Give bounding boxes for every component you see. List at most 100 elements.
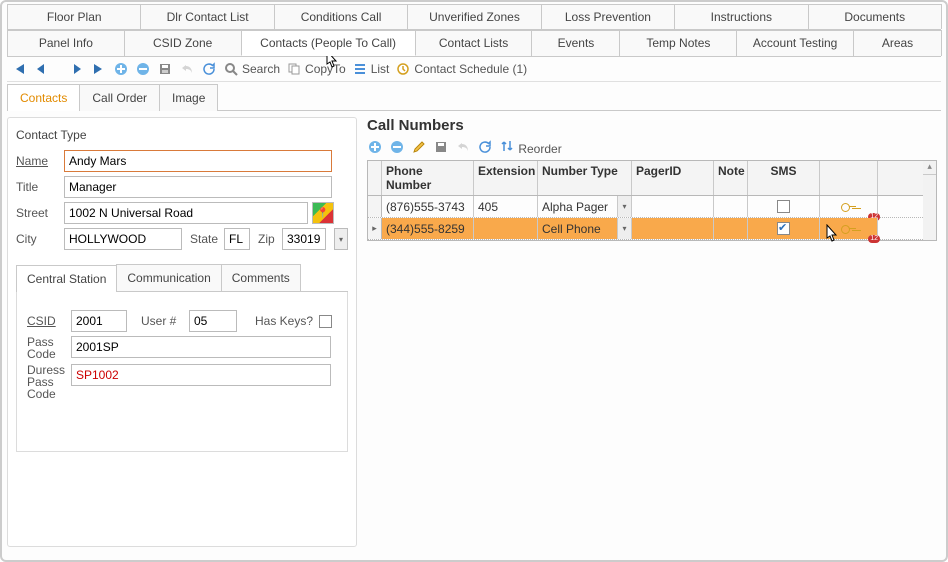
tab-conditions-call[interactable]: Conditions Call <box>274 4 408 29</box>
city-input[interactable] <box>64 228 182 250</box>
tab-dlr-contact-list[interactable]: Dlr Contact List <box>140 4 274 29</box>
nav-next-icon[interactable] <box>69 61 85 77</box>
search-button[interactable]: Search <box>223 61 280 77</box>
sms-checkbox[interactable] <box>777 200 790 213</box>
street-input[interactable] <box>64 202 308 224</box>
zip-dropdown-icon[interactable]: ▾ <box>334 228 348 250</box>
chevron-down-icon[interactable]: ▾ <box>617 196 631 217</box>
duress-input[interactable] <box>71 364 331 386</box>
col-sms[interactable]: SMS <box>748 161 820 195</box>
passcode-input[interactable] <box>71 336 331 358</box>
tab-instructions[interactable]: Instructions <box>674 4 808 29</box>
tab-events[interactable]: Events <box>531 30 620 56</box>
scroll-up-icon[interactable]: ▴ <box>923 161 936 175</box>
cn-remove-icon[interactable] <box>389 139 405 155</box>
reorder-icon <box>499 138 515 154</box>
subtab-image[interactable]: Image <box>159 84 218 111</box>
innertab-comments[interactable]: Comments <box>221 264 301 291</box>
tab-unverified-zones[interactable]: Unverified Zones <box>407 4 541 29</box>
copyto-button[interactable]: CopyTo <box>286 61 346 77</box>
cell-phone[interactable]: (876)555-3743 <box>382 196 474 217</box>
inner-tabs: Central Station Communication Comments <box>16 264 348 292</box>
cell-phone[interactable]: (344)555-8259 <box>382 218 474 239</box>
cell-note[interactable] <box>714 218 748 239</box>
reorder-label: Reorder <box>518 142 561 156</box>
sms-checkbox[interactable] <box>777 222 790 235</box>
name-input[interactable] <box>64 150 332 172</box>
title-input[interactable] <box>64 176 332 198</box>
cn-refresh-icon[interactable] <box>477 139 493 155</box>
chevron-down-icon[interactable]: ▾ <box>617 218 631 239</box>
copy-icon <box>286 61 302 77</box>
cn-undo-icon[interactable] <box>455 139 471 155</box>
cell-sms[interactable] <box>748 218 820 239</box>
tab-floor-plan[interactable]: Floor Plan <box>7 4 141 29</box>
tab-csid-zone[interactable]: CSID Zone <box>124 30 242 56</box>
grid-scrollbar[interactable]: ▴ <box>923 160 937 241</box>
col-phone[interactable]: Phone Number <box>382 161 474 195</box>
csid-label: CSID <box>27 314 67 328</box>
tab-contact-lists[interactable]: Contact Lists <box>415 30 533 56</box>
top-tabs-row1: Floor Plan Dlr Contact List Conditions C… <box>7 4 941 30</box>
cn-add-icon[interactable] <box>367 139 383 155</box>
col-extension[interactable]: Extension <box>474 161 538 195</box>
subtab-call-order[interactable]: Call Order <box>79 84 160 111</box>
add-icon[interactable] <box>113 61 129 77</box>
zip-input[interactable] <box>282 228 326 250</box>
row-indicator <box>368 196 382 217</box>
state-label: State <box>190 232 220 246</box>
usernum-input[interactable] <box>189 310 237 332</box>
undo-icon[interactable] <box>179 61 195 77</box>
tab-temp-notes[interactable]: Temp Notes <box>619 30 737 56</box>
main-area: Contact Type Name Title Street 📍 City St… <box>7 117 941 547</box>
tab-documents[interactable]: Documents <box>808 4 942 29</box>
tab-panel-info[interactable]: Panel Info <box>7 30 125 56</box>
col-pagerid[interactable]: PagerID <box>632 161 714 195</box>
cell-sms[interactable] <box>748 196 820 217</box>
grid-corner <box>368 161 382 195</box>
remove-icon[interactable] <box>135 61 151 77</box>
app-window: Floor Plan Dlr Contact List Conditions C… <box>0 0 948 562</box>
state-input[interactable] <box>224 228 250 250</box>
cell-extension[interactable] <box>474 218 538 239</box>
grid-row[interactable]: ▸ (344)555-8259 Cell Phone▾ 12 <box>368 218 923 240</box>
csid-input[interactable] <box>71 310 127 332</box>
cell-action[interactable]: 12 <box>820 196 878 217</box>
col-number-type[interactable]: Number Type <box>538 161 632 195</box>
title-label: Title <box>16 180 60 194</box>
haskeys-checkbox[interactable] <box>319 315 332 328</box>
map-pin-icon: 📍 <box>317 208 329 219</box>
nav-last-icon[interactable] <box>91 61 107 77</box>
haskeys-label: Has Keys? <box>255 314 315 328</box>
nav-first-icon[interactable] <box>11 61 27 77</box>
cn-edit-icon[interactable] <box>411 139 427 155</box>
refresh-icon[interactable] <box>201 61 217 77</box>
passcode-label: Pass Code <box>27 336 67 360</box>
subtab-contacts[interactable]: Contacts <box>7 84 80 111</box>
cell-type[interactable]: Alpha Pager▾ <box>538 196 632 217</box>
cell-note[interactable] <box>714 196 748 217</box>
cell-pager[interactable] <box>632 218 714 239</box>
tab-loss-prevention[interactable]: Loss Prevention <box>541 4 675 29</box>
list-button[interactable]: List <box>352 61 390 77</box>
sub-tabs: Contacts Call Order Image <box>7 84 941 111</box>
cell-type[interactable]: Cell Phone▾ <box>538 218 632 239</box>
grid-row[interactable]: (876)555-3743 405 Alpha Pager▾ 12 <box>368 196 923 218</box>
tab-contacts-people[interactable]: Contacts (People To Call) <box>241 30 416 56</box>
save-icon[interactable] <box>157 61 173 77</box>
cn-save-icon[interactable] <box>433 139 449 155</box>
nav-prev-icon[interactable] <box>33 61 49 77</box>
cell-extension[interactable]: 405 <box>474 196 538 217</box>
tab-areas[interactable]: Areas <box>853 30 942 56</box>
cell-pager[interactable] <box>632 196 714 217</box>
tab-account-testing[interactable]: Account Testing <box>736 30 854 56</box>
map-button[interactable]: 📍 <box>312 202 334 224</box>
call-numbers-panel: Call Numbers Reorder Phone Number Exte <box>363 117 941 547</box>
innertab-central-station[interactable]: Central Station <box>16 265 117 292</box>
innertab-communication[interactable]: Communication <box>116 264 221 291</box>
col-note[interactable]: Note <box>714 161 748 195</box>
call-numbers-title: Call Numbers <box>367 117 937 134</box>
cn-reorder-button[interactable]: Reorder <box>499 138 562 156</box>
cell-action[interactable]: 12 <box>820 218 878 239</box>
schedule-button[interactable]: Contact Schedule (1) <box>395 61 527 77</box>
